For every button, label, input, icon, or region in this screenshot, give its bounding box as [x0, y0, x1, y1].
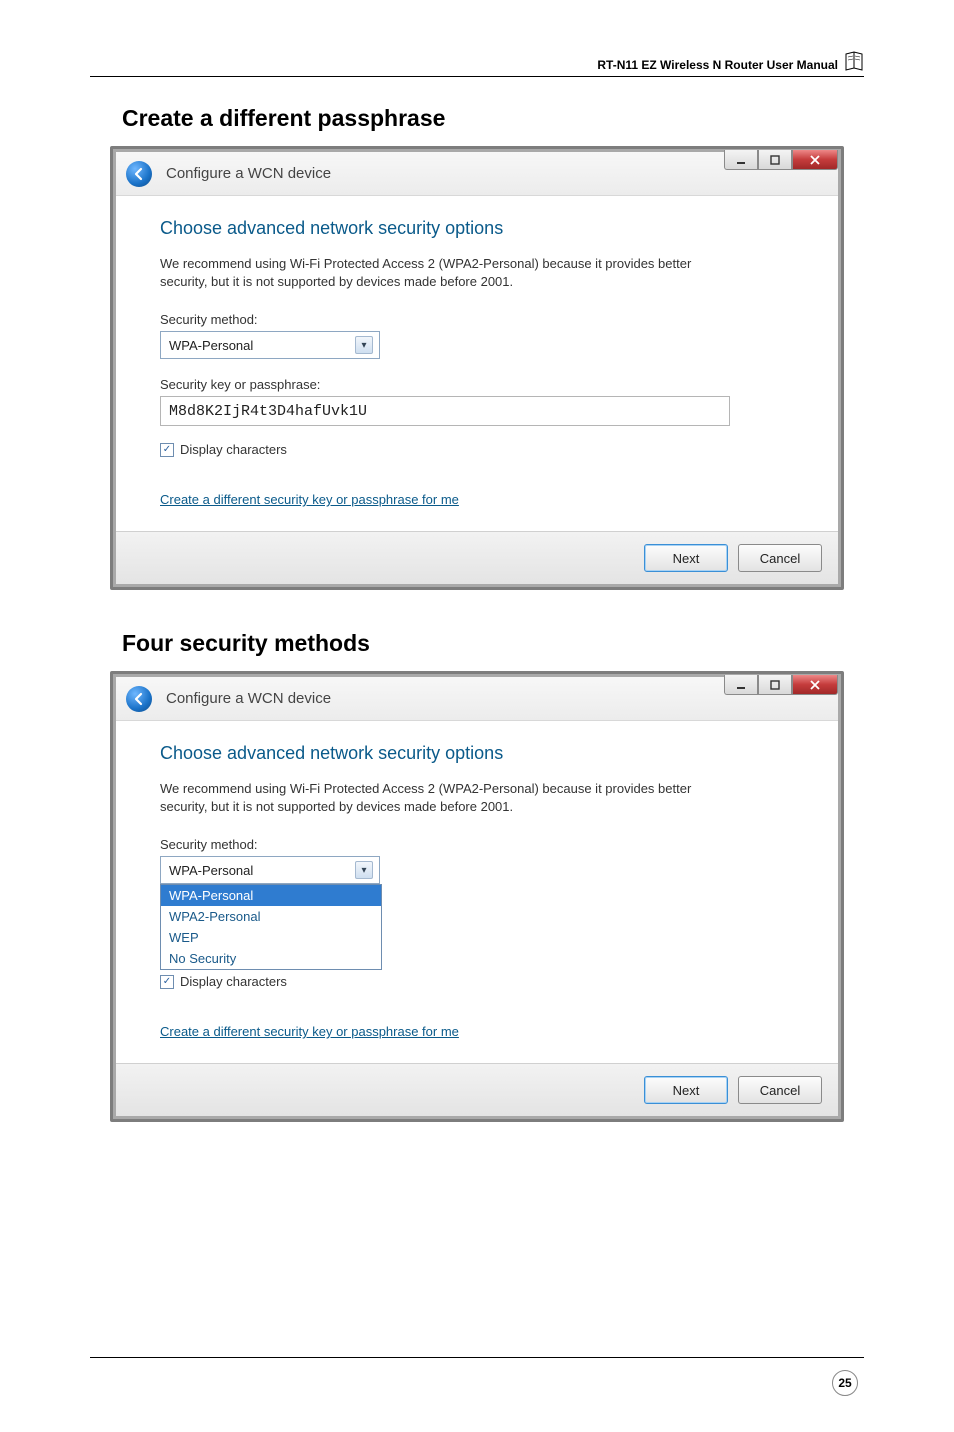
button-row: Next Cancel [116, 531, 838, 584]
content-desc-2: We recommend using Wi-Fi Protected Acces… [160, 780, 720, 815]
security-method-value-2: WPA-Personal [169, 863, 253, 878]
option-wpa-personal[interactable]: WPA-Personal [161, 885, 381, 906]
security-method-select[interactable]: WPA-Personal ▾ [160, 331, 380, 359]
window-title-2: Configure a WCN device [166, 690, 331, 707]
cancel-button-label: Cancel [760, 551, 800, 566]
button-row-2: Next Cancel [116, 1063, 838, 1116]
back-button-2[interactable] [126, 686, 152, 712]
regenerate-link[interactable]: Create a different security key or passp… [160, 492, 459, 507]
chevron-down-icon-2: ▾ [355, 861, 373, 879]
window-controls-2 [724, 675, 838, 695]
next-button[interactable]: Next [644, 544, 728, 572]
display-characters-label-2: Display characters [180, 974, 287, 989]
security-method-select-open[interactable]: WPA-Personal ▾ WPA-Personal WPA2-Persona… [160, 856, 380, 884]
display-characters-row: ✓ Display characters [160, 442, 798, 457]
maximize-button-2[interactable] [758, 675, 792, 695]
titlebar-2: Configure a WCN device [116, 677, 838, 721]
dialog-content-2: Choose advanced network security options… [116, 721, 838, 1063]
display-characters-checkbox[interactable]: ✓ [160, 443, 174, 457]
passphrase-label: Security key or passphrase: [160, 377, 798, 392]
cancel-button-label-2: Cancel [760, 1083, 800, 1098]
security-method-value: WPA-Personal [169, 338, 253, 353]
security-method-label-2: Security method: [160, 837, 798, 852]
next-button-2[interactable]: Next [644, 1076, 728, 1104]
regenerate-link-2[interactable]: Create a different security key or passp… [160, 1024, 459, 1039]
footer-rule [90, 1357, 864, 1358]
passphrase-input[interactable]: M8d8K2IjR4t3D4hafUvk1U [160, 396, 730, 426]
dialog-2-frame: Configure a WCN device Choose advanced n… [110, 671, 844, 1122]
close-button[interactable] [792, 150, 838, 170]
chevron-down-icon: ▾ [355, 336, 373, 354]
dialog-2: Configure a WCN device Choose advanced n… [116, 677, 838, 1116]
section-title-methods: Four security methods [122, 630, 864, 657]
display-characters-row-2: ✓ Display characters [160, 974, 798, 989]
content-heading-2: Choose advanced network security options [160, 743, 798, 764]
display-characters-label: Display characters [180, 442, 287, 457]
manual-title: RT-N11 EZ Wireless N Router User Manual [597, 58, 838, 72]
next-button-label: Next [673, 551, 700, 566]
option-no-security[interactable]: No Security [161, 948, 381, 969]
book-icon [844, 50, 864, 72]
page-header: RT-N11 EZ Wireless N Router User Manual [90, 50, 864, 77]
security-method-dropdown: WPA-Personal WPA2-Personal WEP No Securi… [160, 884, 382, 970]
window-controls [724, 150, 838, 170]
section-title-passphrase: Create a different passphrase [122, 105, 864, 132]
dialog-1-frame: Configure a WCN device Choose advanced n… [110, 146, 844, 590]
window-title: Configure a WCN device [166, 165, 331, 182]
minimize-button[interactable] [724, 150, 758, 170]
page-number: 25 [832, 1370, 858, 1396]
cancel-button[interactable]: Cancel [738, 544, 822, 572]
option-wep[interactable]: WEP [161, 927, 381, 948]
close-button-2[interactable] [792, 675, 838, 695]
option-wpa2-personal[interactable]: WPA2-Personal [161, 906, 381, 927]
dialog-content: Choose advanced network security options… [116, 196, 838, 531]
passphrase-value: M8d8K2IjR4t3D4hafUvk1U [169, 403, 367, 420]
security-method-label: Security method: [160, 312, 798, 327]
next-button-label-2: Next [673, 1083, 700, 1098]
back-button[interactable] [126, 161, 152, 187]
content-desc: We recommend using Wi-Fi Protected Acces… [160, 255, 720, 290]
content-heading: Choose advanced network security options [160, 218, 798, 239]
dialog-1: Configure a WCN device Choose advanced n… [116, 152, 838, 584]
titlebar: Configure a WCN device [116, 152, 838, 196]
maximize-button[interactable] [758, 150, 792, 170]
display-characters-checkbox-2[interactable]: ✓ [160, 975, 174, 989]
cancel-button-2[interactable]: Cancel [738, 1076, 822, 1104]
minimize-button-2[interactable] [724, 675, 758, 695]
